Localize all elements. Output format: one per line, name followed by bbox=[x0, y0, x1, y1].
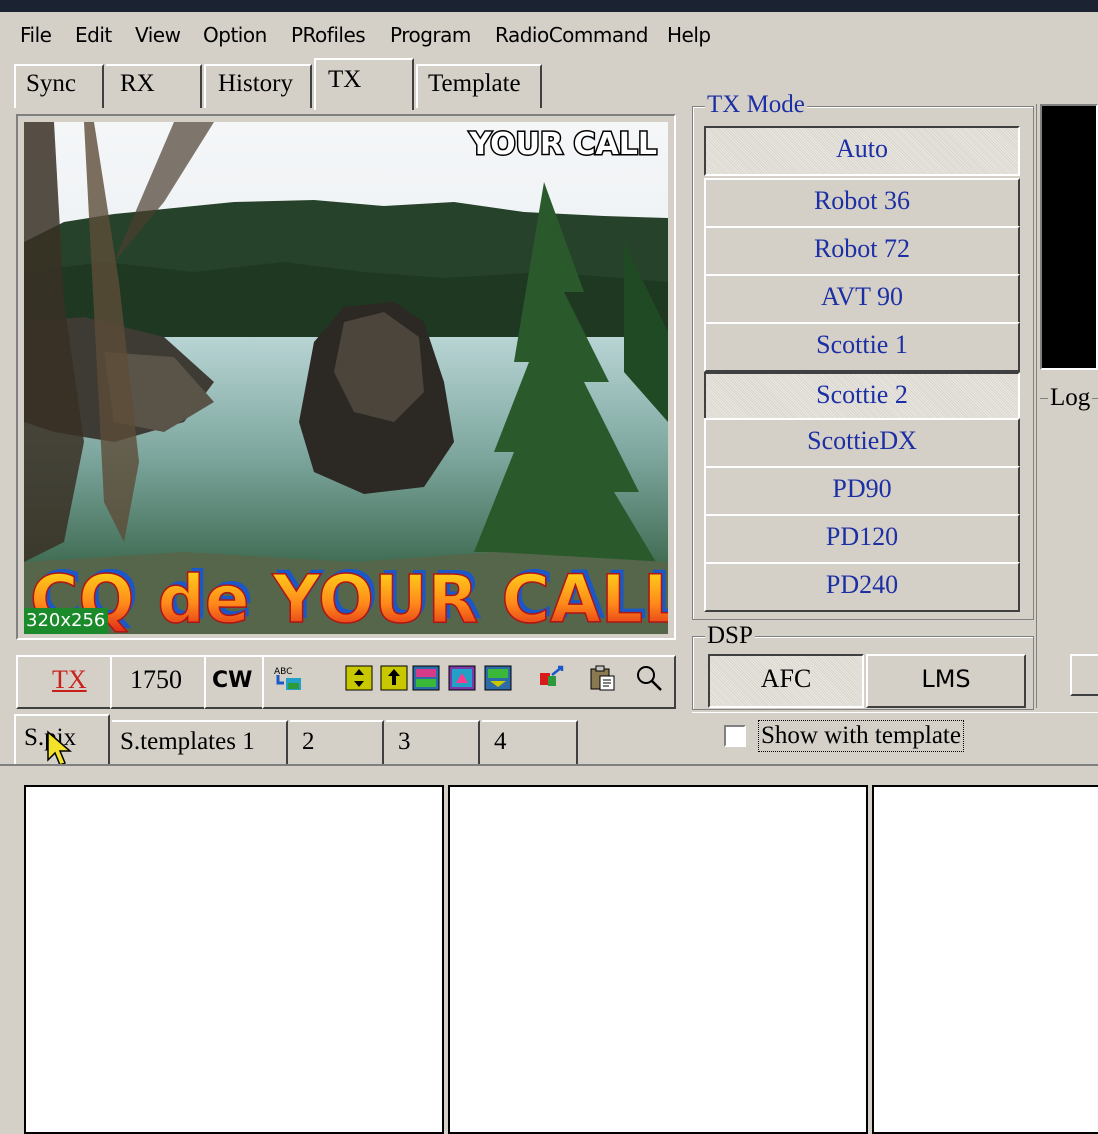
mode-pd120-button[interactable]: PD120 bbox=[704, 514, 1020, 564]
menu-file[interactable]: File bbox=[20, 23, 52, 47]
overlay-bottom-text: CQ de YOUR CALL bbox=[30, 561, 668, 634]
abc-text-icon[interactable]: ABC bbox=[274, 665, 302, 691]
magnifier-icon[interactable] bbox=[635, 665, 663, 691]
menu-bar: File Edit View Option PRofiles Program R… bbox=[0, 12, 1098, 54]
right-side-button[interactable] bbox=[1070, 654, 1098, 696]
tab-s-templates-1[interactable]: S.templates 1 bbox=[112, 720, 288, 770]
dsp-label: DSP bbox=[705, 622, 755, 650]
tone-1750-button[interactable]: 1750 bbox=[110, 655, 206, 709]
thumbnail-slot-3[interactable] bbox=[872, 785, 1098, 1134]
mode-avt90-button[interactable]: AVT 90 bbox=[704, 274, 1020, 324]
menu-program[interactable]: Program bbox=[390, 23, 471, 47]
mode-scottie2-button[interactable]: Scottie 2 bbox=[704, 372, 1020, 422]
image-tool-icon[interactable] bbox=[484, 665, 512, 691]
thumbnail-slot-1[interactable] bbox=[24, 785, 444, 1134]
mode-auto-button[interactable]: Auto bbox=[704, 126, 1020, 176]
mode-scottiedx-button[interactable]: ScottieDX bbox=[704, 418, 1020, 468]
log-label: Log bbox=[1048, 384, 1093, 412]
mode-scottie1-button[interactable]: Scottie 1 bbox=[704, 322, 1020, 372]
overlay-top-text: YOUR CALL bbox=[468, 127, 657, 162]
mode-robot72-button[interactable]: Robot 72 bbox=[704, 226, 1020, 276]
main-tab-strip: Sync RX History TX Template bbox=[0, 58, 690, 110]
tx-image-frame: YOUR CALL CQ de YOUR CALL CQ de YOUR CAL… bbox=[16, 114, 676, 640]
tone-button-label: 1750 bbox=[130, 665, 182, 694]
tab-tx[interactable]: TX bbox=[314, 58, 414, 110]
mode-robot36-button[interactable]: Robot 36 bbox=[704, 178, 1020, 228]
lms-button[interactable]: LMS bbox=[866, 654, 1026, 708]
menu-edit[interactable]: Edit bbox=[75, 23, 112, 47]
tab-s-templates-3[interactable]: 3 bbox=[386, 720, 480, 770]
show-with-template-label[interactable]: Show with template bbox=[758, 720, 964, 752]
show-with-template-checkbox[interactable] bbox=[724, 725, 746, 747]
menu-profiles[interactable]: PRofiles bbox=[291, 23, 366, 47]
tab-template[interactable]: Template bbox=[416, 64, 542, 108]
afc-button[interactable]: AFC bbox=[708, 654, 864, 708]
menu-option[interactable]: Option bbox=[203, 23, 267, 47]
thumbnail-slot-2[interactable] bbox=[448, 785, 868, 1134]
tx-image[interactable]: YOUR CALL CQ de YOUR CALL CQ de YOUR CAL… bbox=[24, 122, 668, 634]
menu-help[interactable]: Help bbox=[667, 23, 711, 47]
tab-sync[interactable]: Sync bbox=[14, 64, 104, 108]
image-fill-icon[interactable] bbox=[448, 665, 476, 691]
cw-button[interactable]: CW bbox=[204, 655, 264, 709]
spectrum-display bbox=[1040, 104, 1098, 370]
image-size-badge: 320x256 bbox=[24, 608, 108, 634]
color-transfer-icon[interactable] bbox=[538, 665, 566, 691]
title-bar bbox=[0, 0, 1098, 12]
tx-button-label: TX bbox=[52, 665, 87, 694]
flip-vertical-icon[interactable] bbox=[345, 665, 373, 691]
tab-rx[interactable]: RX bbox=[106, 64, 202, 108]
image-edit-icon[interactable] bbox=[412, 665, 440, 691]
tx-button[interactable]: TX bbox=[16, 655, 112, 709]
cw-button-label: CW bbox=[212, 668, 253, 693]
tx-mode-label: TX Mode bbox=[705, 91, 807, 119]
menu-radiocommand[interactable]: RadioCommand bbox=[495, 23, 649, 47]
mode-pd240-button[interactable]: PD240 bbox=[704, 562, 1020, 612]
menu-view[interactable]: View bbox=[135, 23, 181, 47]
tab-s-templates-4[interactable]: 4 bbox=[482, 720, 578, 770]
tab-history[interactable]: History bbox=[204, 64, 312, 108]
mode-pd90-button[interactable]: PD90 bbox=[704, 466, 1020, 516]
clipboard-paste-icon[interactable] bbox=[588, 665, 616, 691]
move-up-icon[interactable] bbox=[380, 665, 408, 691]
tab-s-templates-2[interactable]: 2 bbox=[290, 720, 384, 770]
